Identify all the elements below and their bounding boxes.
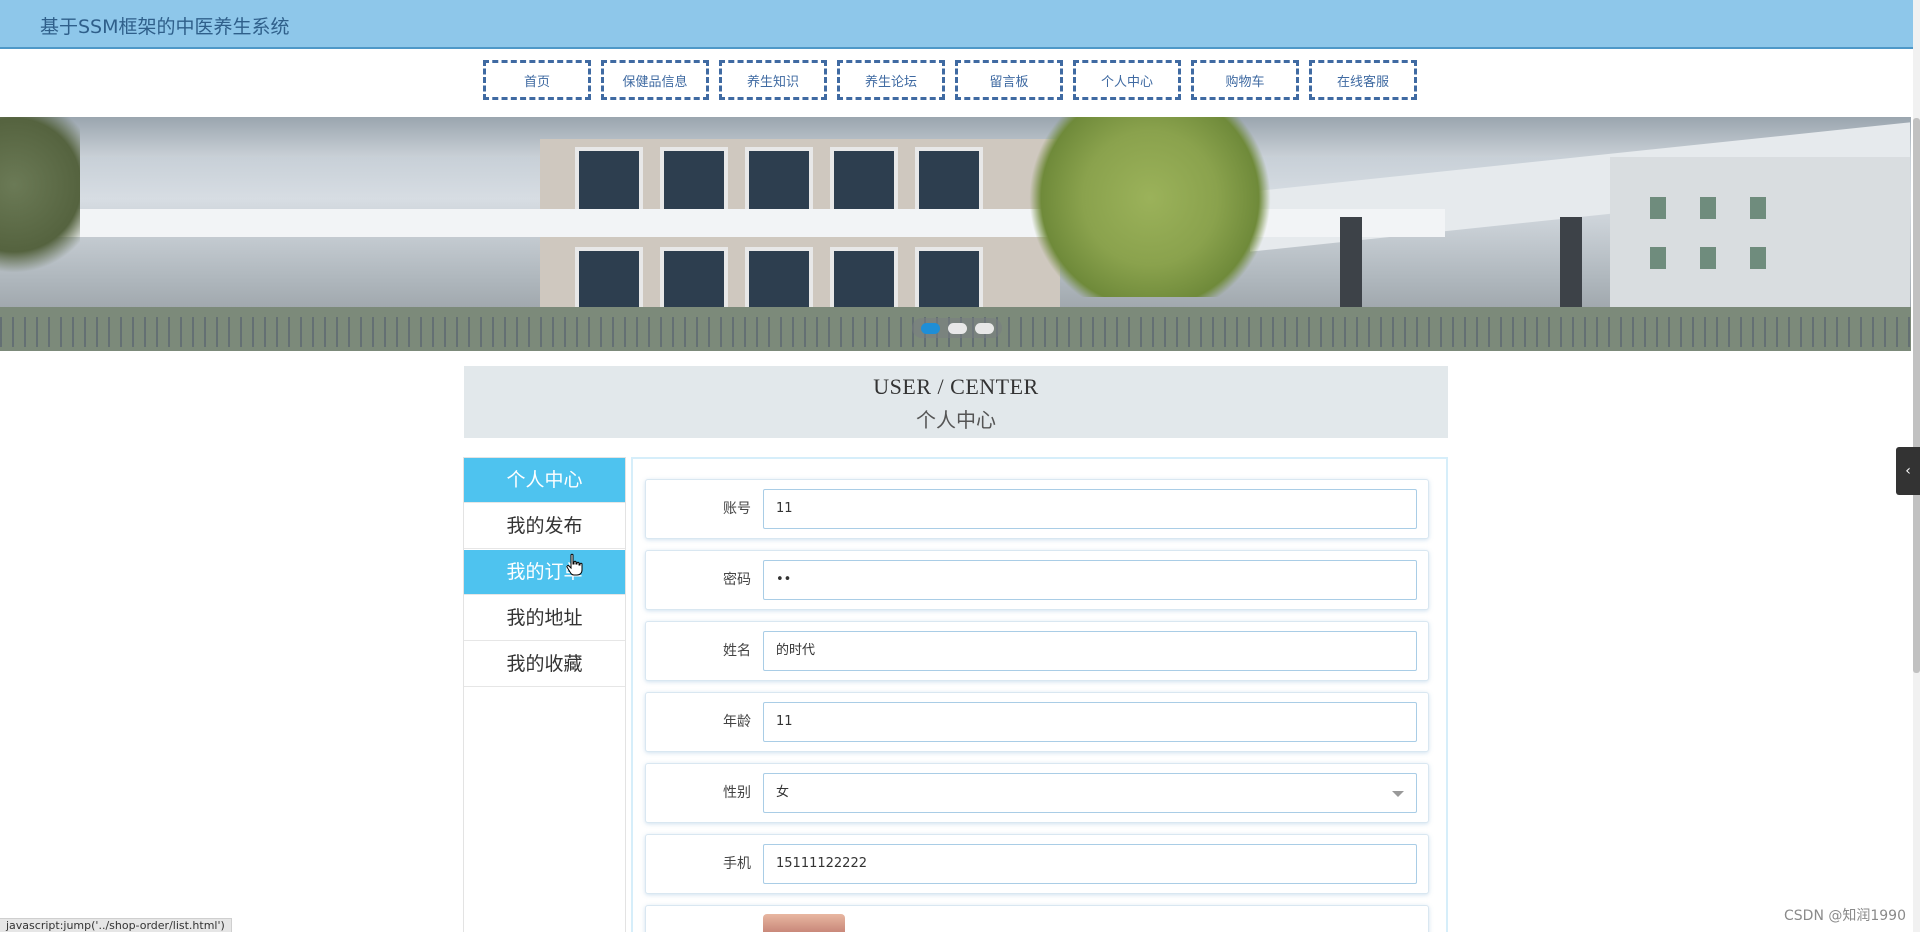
section-title-en: USER / CENTER [873,374,1039,399]
carousel-dot-2[interactable] [947,322,967,334]
gender-select[interactable]: 女 [763,773,1417,813]
browser-status-bar: javascript:jump('../shop-order/list.html… [0,918,232,932]
nav-item-message-board[interactable]: 留言板 [955,60,1063,100]
banner-image-window [575,247,643,315]
site-header: 基于SSM框架的中医养生系统 [0,0,1913,49]
section-header: USER / CENTER 个人中心 [464,366,1448,438]
form-row-gender: 性别 女 [645,763,1429,823]
form-row-account: 账号 11 [645,479,1429,539]
section-title-cn: 个人中心 [916,410,996,432]
sidebar-item-user-center[interactable]: 个人中心 [464,458,625,503]
form-row-avatar [645,905,1429,932]
form-row-phone: 手机 15111122222 [645,834,1429,894]
banner-image-tree [0,117,80,287]
nav-item-home[interactable]: 首页 [483,60,591,100]
chevron-down-icon [1392,791,1404,797]
user-center-sidebar: 个人中心 我的发布 我的订单 我的地址 我的收藏 [463,457,626,932]
banner-image-window [745,247,813,315]
nav-item-health-products[interactable]: 保健品信息 [601,60,709,100]
banner-image-window [1650,197,1666,219]
scrollbar-thumb[interactable] [1913,118,1920,673]
nav-item-forum[interactable]: 养生论坛 [837,60,945,100]
banner-image-window [1750,247,1766,269]
nav-item-cart[interactable]: 购物车 [1191,60,1299,100]
carousel-indicators [912,318,1002,338]
banner-image-window [1700,247,1716,269]
sidebar-item-my-posts[interactable]: 我的发布 [464,504,625,549]
phone-input[interactable]: 15111122222 [763,844,1417,884]
banner-image-window [660,247,728,315]
form-row-name: 姓名 的时代 [645,621,1429,681]
main-nav: 首页 保健品信息 养生知识 养生论坛 留言板 个人中心 购物车 在线客服 [483,60,1417,104]
account-label: 账号 [723,501,751,517]
account-input[interactable]: 11 [763,489,1417,529]
banner-image-window [745,147,813,215]
banner-image-right-building [1610,157,1910,327]
banner-image-window [830,147,898,215]
user-info-form: 账号 11 密码 •• 姓名 的时代 年龄 11 性别 女 手机 1511112… [631,457,1448,932]
phone-label: 手机 [723,856,751,872]
name-label: 姓名 [723,643,751,659]
avatar-image[interactable] [763,914,845,932]
banner-image-window [575,147,643,215]
sidebar-item-my-address[interactable]: 我的地址 [464,596,625,641]
gender-select-value: 女 [776,785,790,800]
banner-carousel[interactable] [0,117,1911,351]
sidebar-item-my-orders[interactable]: 我的订单 [464,550,625,595]
password-input[interactable]: •• [763,560,1417,600]
carousel-dot-1[interactable] [920,322,940,334]
banner-image-tree [1015,117,1285,297]
nav-item-health-knowledge[interactable]: 养生知识 [719,60,827,100]
nav-item-user-center[interactable]: 个人中心 [1073,60,1181,100]
age-input[interactable]: 11 [763,702,1417,742]
gender-label: 性别 [723,785,751,801]
nav-item-online-service[interactable]: 在线客服 [1309,60,1417,100]
banner-image-window [915,147,983,215]
site-title[interactable]: 基于SSM框架的中医养生系统 [40,12,290,39]
banner-image-window [660,147,728,215]
form-row-age: 年龄 11 [645,692,1429,752]
sidebar-item-my-favorites[interactable]: 我的收藏 [464,642,625,687]
name-input[interactable]: 的时代 [763,631,1417,671]
page: 基于SSM框架的中医养生系统 首页 保健品信息 养生知识 养生论坛 留言板 个人… [0,0,1920,932]
password-label: 密码 [723,572,751,588]
banner-image-window [830,247,898,315]
carousel-dot-3[interactable] [974,322,994,334]
form-row-password: 密码 •• [645,550,1429,610]
age-label: 年龄 [723,714,751,730]
collapse-panel-button[interactable]: ‹ [1896,447,1920,495]
banner-image-window [915,247,983,315]
chevron-left-icon: ‹ [1905,463,1911,479]
banner-image-window [1750,197,1766,219]
banner-image-window [1700,197,1716,219]
watermark: CSDN @知润1990 [1784,908,1906,924]
banner-image-window [1650,247,1666,269]
hand-pointer-cursor-icon [566,553,583,576]
